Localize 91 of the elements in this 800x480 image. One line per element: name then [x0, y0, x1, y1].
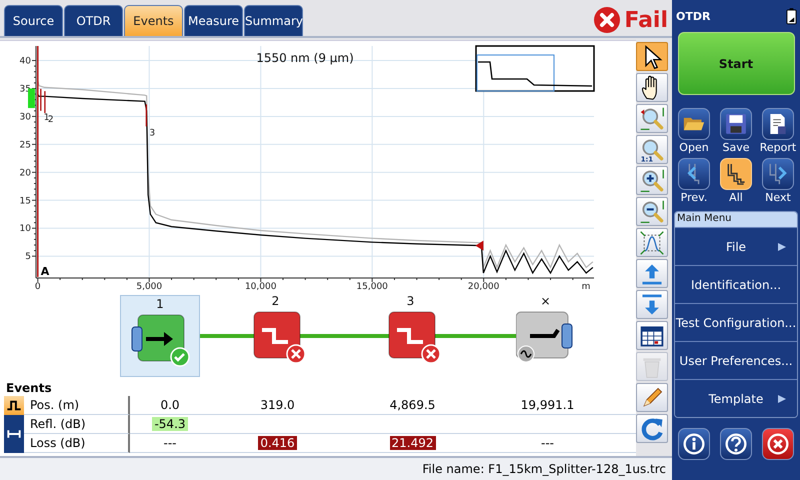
axis-tick-label: 5,000	[136, 282, 162, 292]
next-trace-icon	[767, 163, 789, 185]
axis-tick-label: 10,000	[244, 282, 276, 292]
zoom-out-icon	[639, 198, 665, 224]
table-cell-text: 0.0	[159, 398, 181, 412]
end-marker[interactable]	[475, 240, 484, 251]
fit-icon	[639, 230, 665, 256]
row-label: Pos. (m)	[24, 396, 130, 415]
axis-tick-label: 40	[20, 56, 31, 67]
move-down-button[interactable]	[636, 290, 668, 319]
button-label: Next	[765, 190, 791, 205]
file-name: File name: F1_15km_Splitter-128_1us.trc	[422, 462, 666, 476]
event-marker-label: 2	[48, 115, 54, 126]
axis-tick-label: 20,000	[468, 282, 500, 292]
exit-button[interactable]	[762, 428, 794, 460]
axis-tick-label: 25	[20, 140, 31, 150]
event-number: 1	[156, 297, 164, 311]
info-button[interactable]	[678, 428, 710, 460]
axis-tick-label: 0	[34, 282, 41, 292]
axis-tick-label: 10	[20, 224, 31, 234]
chart-title: 1550 nm (9 µm)	[256, 51, 354, 65]
table-cell-text: 4,869.5	[388, 398, 436, 412]
start-button[interactable]: Start	[678, 32, 794, 95]
button-label: Save	[722, 140, 750, 155]
battery-icon	[786, 8, 797, 24]
traces-icon	[725, 163, 747, 185]
all-traces-button[interactable]	[720, 158, 752, 190]
axis-tick-label: 15,000	[356, 282, 388, 292]
table-cell-text: 19,991.1	[520, 398, 576, 412]
help-button[interactable]	[720, 428, 752, 460]
menu-item[interactable]: Template	[675, 379, 797, 417]
button-label: All	[729, 190, 743, 205]
table-view-button[interactable]	[636, 321, 668, 350]
table-cell-text: 319.0	[259, 398, 296, 412]
pan-tool-button[interactable]	[636, 73, 668, 102]
tab[interactable]: Source	[4, 5, 63, 36]
axis-tick-label: 5	[25, 252, 31, 262]
event-marker-label: 1	[44, 112, 50, 123]
axis-unit: m	[582, 282, 590, 292]
zoom-area-icon	[639, 106, 665, 132]
event-selection[interactable]: 1	[120, 295, 200, 377]
button-label: Open	[679, 140, 709, 155]
axis-tick-label: 15	[20, 196, 31, 206]
table-cell-text: ---	[162, 436, 178, 450]
zoom-in-icon	[639, 168, 665, 194]
event-marker[interactable]	[40, 88, 42, 111]
event-marker[interactable]	[44, 91, 46, 114]
next-button[interactable]	[762, 158, 794, 190]
zoom-area-button[interactable]	[636, 104, 668, 133]
floppy-icon	[725, 113, 747, 135]
table-cell: 21.492	[390, 436, 436, 450]
reference-level-marker	[28, 88, 35, 108]
overview-thumbnail[interactable]	[475, 45, 595, 92]
row-label: Refl. (dB)	[24, 415, 130, 434]
event-number: 2	[272, 294, 280, 308]
zoom-in-button[interactable]	[636, 166, 668, 195]
result-label: Fail	[624, 8, 668, 32]
cursor-label: A	[40, 265, 50, 278]
event-marker-label: 3	[149, 128, 156, 138]
fit-button[interactable]	[636, 228, 668, 257]
pointer-tool-button[interactable]	[636, 42, 668, 71]
row-label: Loss (dB)	[24, 434, 130, 453]
axis-tick-label: 20	[20, 168, 31, 178]
tab[interactable]: Events	[124, 5, 183, 36]
tab[interactable]: OTDR	[64, 5, 123, 36]
panel-title: OTDR	[675, 10, 710, 22]
button-label: Report	[760, 140, 796, 155]
event-number: ×	[540, 294, 551, 308]
tab[interactable]: Measure	[184, 5, 243, 36]
event-marker[interactable]	[146, 104, 147, 126]
span-icon	[4, 415, 24, 453]
previous-button[interactable]	[678, 158, 710, 190]
section-title: Events	[5, 380, 53, 396]
button-label: Prev.	[680, 190, 708, 205]
event-number: 3	[406, 294, 414, 308]
refresh-button[interactable]	[636, 414, 668, 443]
report-button[interactable]	[762, 108, 794, 140]
table-cell: 0.416	[258, 436, 297, 450]
save-button[interactable]	[720, 108, 752, 140]
tab[interactable]: Summary	[244, 5, 303, 36]
cursor-line[interactable]	[37, 46, 39, 277]
edit-button[interactable]	[636, 383, 668, 412]
zoom-out-button[interactable]	[636, 197, 668, 226]
axis-tick-label: 30	[20, 112, 31, 122]
table-cell-text: ---	[540, 436, 555, 450]
table-cell: -54.3	[152, 417, 188, 431]
pulse-icon	[4, 396, 24, 415]
refresh-icon	[639, 416, 665, 442]
open-button[interactable]	[678, 108, 710, 140]
menu-title: Main Menu	[675, 212, 797, 227]
move-up-button[interactable]	[636, 259, 668, 288]
